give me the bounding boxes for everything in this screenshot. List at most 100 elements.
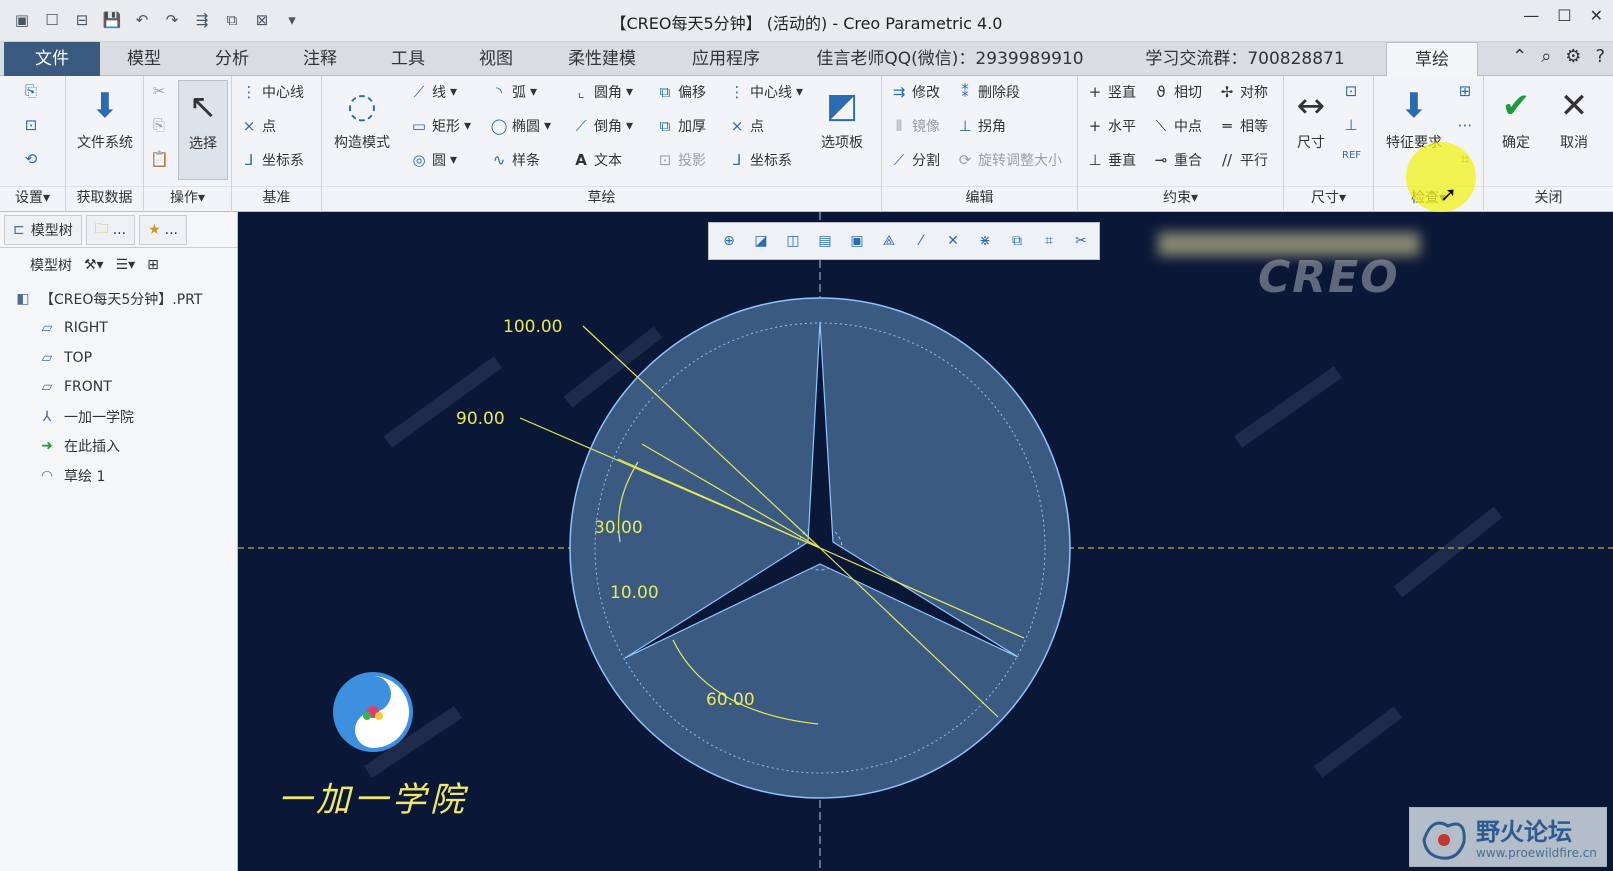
tab-folder-browser[interactable]: 🗀... (85, 214, 136, 245)
group-dimension-title[interactable]: 尺寸▾ (1284, 186, 1373, 208)
line-button[interactable]: ⟋ 线 ▾ (410, 82, 457, 102)
settings-icon[interactable]: ⚙ (1565, 46, 1581, 67)
zoom-out-icon[interactable]: ◫ (781, 229, 805, 253)
select-button[interactable]: ↖ 选择 (178, 80, 228, 180)
tab-annotate[interactable]: 注释 (276, 42, 364, 76)
tab-model-tree[interactable]: ⊏ 模型树 (4, 214, 82, 245)
rectangle-button[interactable]: ▭ 矩形 ▾ (410, 116, 471, 136)
sketch-view-icon-toolbar[interactable]: ⁄ (909, 229, 933, 253)
dimension-100[interactable]: 100.00 (503, 317, 562, 337)
collapse-ribbon-icon[interactable]: ⌃ (1512, 46, 1527, 67)
overlap-geometry-icon[interactable]: ⊞ (1456, 82, 1474, 100)
reference-icon[interactable]: ⊡ (22, 116, 40, 134)
perimeter-icon[interactable]: ⊡ (1342, 82, 1360, 100)
cut-icon[interactable]: ✂ (150, 82, 168, 100)
tree-filter-icon[interactable]: ⊞ (147, 257, 159, 273)
graphics-area[interactable]: 100.00 90.00 30.00 10.00 60.00 ⊕ ◪ ◫ ▤ ▣… (238, 212, 1613, 871)
chamfer-button[interactable]: ⟋ 倒角 ▾ (572, 116, 633, 136)
project-button[interactable]: ⊡ 投影 (656, 150, 706, 170)
vertical-constraint-button[interactable]: + 竖直 (1086, 82, 1136, 102)
tab-teacher-qq[interactable]: 佳言老师QQ(微信)：2939989910 (800, 42, 1100, 76)
modify-button[interactable]: ⇉ 修改 (890, 82, 940, 102)
file-system-button[interactable]: ⬇ 文件系统 (70, 80, 140, 152)
close-icon[interactable]: ✕ (1590, 6, 1603, 25)
minimize-icon[interactable]: — (1523, 6, 1539, 25)
dimension-10[interactable]: 10.00 (610, 583, 659, 603)
tab-study-group[interactable]: 学习交流群：700828871 (1120, 42, 1370, 76)
disp-vertices-icon[interactable]: ⌗ (1037, 229, 1061, 253)
tab-view[interactable]: 视图 (452, 42, 540, 76)
sketch-point-button[interactable]: × 点 (728, 116, 764, 136)
dimension-button[interactable]: ↔ 尺寸 (1286, 80, 1336, 152)
disp-constraints-icon[interactable]: ⋇ (973, 229, 997, 253)
ok-button[interactable]: ✔ 确定 (1488, 80, 1544, 152)
midpoint-constraint-button[interactable]: ⟍ 中点 (1152, 116, 1202, 136)
disp-grid-icon[interactable]: ⧉ (1005, 229, 1029, 253)
tab-analysis[interactable]: 分析 (188, 42, 276, 76)
shade-closed-loops-icon[interactable]: ⌗ (1456, 150, 1474, 168)
tab-flexible-modeling[interactable]: 柔性建模 (540, 42, 664, 76)
paste-icon[interactable]: 📋 (150, 150, 169, 168)
divide-button[interactable]: ⟋ 分割 (890, 150, 940, 170)
show-icon[interactable]: ☰▾ (116, 257, 136, 273)
sketcher-display-icon[interactable]: ✂ (1069, 229, 1093, 253)
tree-item-top[interactable]: ▱ TOP (0, 343, 238, 373)
group-constrain-title[interactable]: 约束▾ (1078, 186, 1283, 208)
horizontal-constraint-button[interactable]: + 水平 (1086, 116, 1136, 136)
delete-segment-button[interactable]: ⁑ 删除段 (956, 82, 1020, 102)
highlight-open-ends-icon[interactable]: ⋯ (1456, 116, 1474, 134)
palette-button[interactable]: ◩ 选项板 (810, 80, 874, 152)
tree-item-right[interactable]: ▱ RIGHT (0, 314, 238, 344)
tree-item-insert-here[interactable]: ➜ 在此插入 (0, 432, 238, 462)
sketch-setup-icon[interactable]: ⎘ (22, 82, 40, 100)
sketch-centerline-button[interactable]: ⋮ 中心线 ▾ (728, 82, 804, 102)
corner-button[interactable]: ⊥ 拐角 (956, 116, 1006, 136)
repaint-icon[interactable]: ▤ (813, 229, 837, 253)
disp-dimensions-icon[interactable]: ✕ (941, 229, 965, 253)
tab-sketch[interactable]: 草绘 (1386, 42, 1478, 76)
cancel-button[interactable]: ✕ 取消 (1546, 80, 1602, 152)
tree-settings-icon[interactable]: ⚒▾ (84, 257, 104, 273)
mirror-button[interactable]: ⫴ 镜像 (890, 116, 940, 136)
parallel-constraint-button[interactable]: //平行 (1218, 150, 1268, 170)
feature-requirements-button[interactable]: ⬇ 特征要求 (1376, 80, 1452, 152)
text-button[interactable]: A 文本 (572, 150, 622, 170)
spline-button[interactable]: ∿ 样条 (490, 150, 540, 170)
ellipse-button[interactable]: ◯ 椭圆 ▾ (490, 116, 551, 136)
datum-centerline-button[interactable]: ⋮ 中心线 (240, 82, 305, 102)
datum-csys-button[interactable]: ⅃ 坐标系 (240, 150, 304, 170)
maximize-icon[interactable]: ☐ (1557, 6, 1571, 25)
tree-item-part[interactable]: ◧ 【CREO每天5分钟】.PRT (0, 284, 238, 314)
equal-constraint-button[interactable]: ═ 相等 (1218, 116, 1268, 136)
rotate-resize-button[interactable]: ⟳ 旋转调整大小 (956, 150, 1062, 170)
datum-point-button[interactable]: × 点 (240, 116, 276, 136)
refit-icon[interactable]: ⊕ (717, 229, 741, 253)
help-icon[interactable]: ? (1595, 46, 1605, 67)
search-icon[interactable]: ⌕ (1541, 46, 1551, 67)
dimension-60[interactable]: 60.00 (706, 690, 755, 710)
saved-orientations-icon[interactable]: ⟁ (877, 229, 901, 253)
sketch-view-icon[interactable]: ⟲ (22, 150, 40, 168)
tree-item-front[interactable]: ▱ FRONT (0, 373, 238, 403)
dimension-90[interactable]: 90.00 (456, 409, 505, 429)
dimension-30[interactable]: 30.00 (594, 518, 643, 538)
symmetric-constraint-button[interactable]: ✢ 对称 (1218, 82, 1268, 102)
tab-tools[interactable]: 工具 (364, 42, 452, 76)
offset-button[interactable]: ⧉ 偏移 (656, 82, 706, 102)
tree-item-csys[interactable]: ⅄ 一加一学院 (0, 402, 238, 432)
tab-model[interactable]: 模型 (100, 42, 188, 76)
sketch-csys-button[interactable]: ⅃ 坐标系 (728, 150, 792, 170)
circle-button[interactable]: ◎ 圆 ▾ (410, 150, 457, 170)
tab-favorites[interactable]: ★... (139, 214, 188, 245)
tree-item-sketch[interactable]: ◠ 草绘 1 (0, 461, 238, 491)
display-style-icon[interactable]: ▣ (845, 229, 869, 253)
baseline-icon[interactable]: ⊥ (1342, 116, 1360, 134)
arc-button[interactable]: ◝ 弧 ▾ (490, 82, 537, 102)
group-operations-title[interactable]: 操作▾ (144, 186, 231, 208)
copy-icon[interactable]: ⎘ (150, 116, 168, 134)
tab-applications[interactable]: 应用程序 (664, 42, 788, 76)
thicken-button[interactable]: ⧉ 加厚 (656, 116, 706, 136)
perpendicular-constraint-button[interactable]: ⊥ 垂直 (1086, 150, 1136, 170)
reference-dimension-icon[interactable]: REF (1342, 150, 1361, 161)
tangent-constraint-button[interactable]: ϑ 相切 (1152, 82, 1202, 102)
